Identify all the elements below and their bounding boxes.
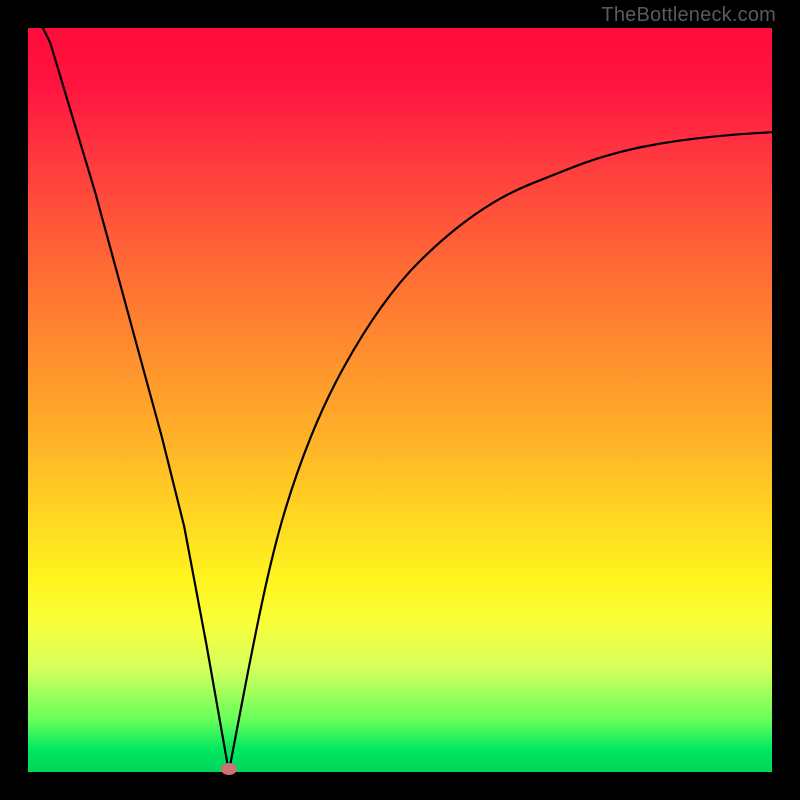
curve-svg [28,28,772,772]
bottleneck-curve-path [43,28,772,772]
plot-area [28,28,772,772]
min-marker [221,763,237,775]
credit-label: TheBottleneck.com [601,4,776,27]
chart-frame: TheBottleneck.com [0,0,800,800]
